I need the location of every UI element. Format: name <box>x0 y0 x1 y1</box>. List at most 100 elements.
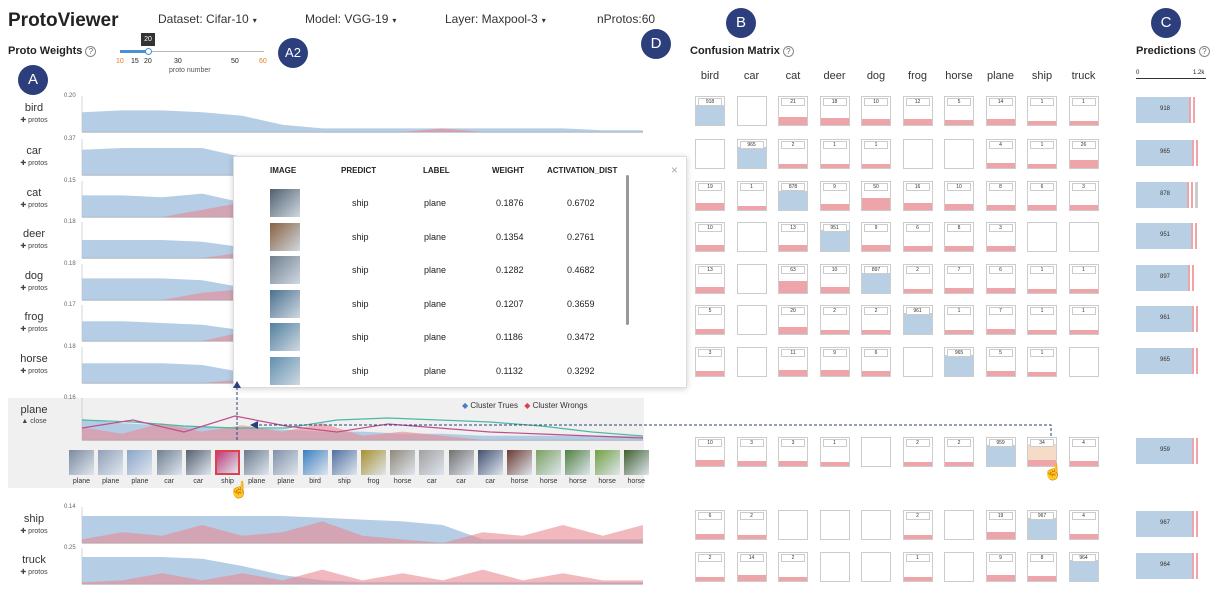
matrix-cell[interactable]: 6 <box>985 264 1016 294</box>
matrix-cell[interactable]: 1 <box>1068 305 1099 335</box>
matrix-cell[interactable] <box>778 510 808 540</box>
matrix-cell[interactable] <box>736 347 767 377</box>
matrix-cell[interactable]: 2 <box>902 264 933 294</box>
matrix-cell[interactable] <box>819 510 850 540</box>
matrix-cell[interactable] <box>736 305 767 335</box>
matrix-cell[interactable] <box>861 437 891 467</box>
matrix-cell[interactable]: 3 <box>778 437 808 467</box>
matrix-cell[interactable]: 878 <box>778 181 808 211</box>
matrix-cell[interactable] <box>736 222 767 252</box>
matrix-cell[interactable]: 11 <box>778 347 808 377</box>
matrix-cell[interactable]: 21 <box>778 96 808 126</box>
matrix-cell[interactable]: 2 <box>944 437 974 467</box>
matrix-cell[interactable]: 3 <box>695 347 725 377</box>
matrix-cell[interactable]: 10 <box>695 222 725 252</box>
matrix-cell[interactable]: 26 <box>1068 139 1099 169</box>
matrix-cell[interactable]: 2 <box>861 305 891 335</box>
matrix-cell[interactable] <box>819 552 850 582</box>
matrix-cell[interactable]: 8 <box>985 181 1016 211</box>
matrix-cell[interactable]: 1 <box>1027 347 1057 377</box>
matrix-cell[interactable]: 50 <box>861 181 891 211</box>
matrix-cell[interactable]: 2 <box>695 552 725 582</box>
matrix-cell[interactable]: 16 <box>902 181 933 211</box>
prediction-bar[interactable]: 961 <box>1136 306 1206 332</box>
matrix-cell[interactable]: 5 <box>695 305 725 335</box>
matrix-cell[interactable]: 1 <box>1027 139 1057 169</box>
matrix-cell[interactable]: 1 <box>861 139 891 169</box>
matrix-cell[interactable]: 1 <box>819 437 850 467</box>
help-icon[interactable]: ? <box>782 45 794 57</box>
matrix-cell[interactable]: 965 <box>944 347 974 377</box>
matrix-cell[interactable]: 2 <box>819 305 850 335</box>
matrix-cell[interactable]: 5 <box>944 96 974 126</box>
matrix-cell[interactable] <box>861 510 891 540</box>
matrix-cell[interactable]: 19 <box>985 510 1016 540</box>
matrix-cell[interactable]: 14 <box>985 96 1016 126</box>
matrix-cell[interactable] <box>944 510 974 540</box>
matrix-cell[interactable]: 18 <box>819 96 850 126</box>
matrix-cell[interactable]: 965 <box>736 139 767 169</box>
matrix-cell[interactable]: 897 <box>861 264 891 294</box>
matrix-cell[interactable]: 3 <box>985 222 1016 252</box>
matrix-cell[interactable]: 2 <box>736 510 767 540</box>
prediction-bar[interactable]: 959 <box>1136 438 1206 464</box>
matrix-cell[interactable]: 63 <box>778 264 808 294</box>
matrix-cell[interactable]: 20 <box>778 305 808 335</box>
matrix-cell[interactable]: 10 <box>944 181 974 211</box>
matrix-cell[interactable]: 19 <box>695 181 725 211</box>
matrix-cell[interactable]: 8 <box>944 222 974 252</box>
matrix-cell[interactable] <box>902 347 933 377</box>
matrix-cell[interactable]: 6 <box>861 347 891 377</box>
matrix-cell[interactable]: 964 <box>1068 552 1099 582</box>
matrix-cell[interactable] <box>1068 222 1099 252</box>
matrix-cell[interactable] <box>944 552 974 582</box>
matrix-cell[interactable] <box>902 139 933 169</box>
matrix-cell[interactable]: 5 <box>985 347 1016 377</box>
matrix-cell[interactable]: 4 <box>1068 510 1099 540</box>
matrix-cell[interactable]: 9 <box>819 347 850 377</box>
prediction-bar[interactable]: 964 <box>1136 553 1206 579</box>
matrix-cell[interactable] <box>861 552 891 582</box>
matrix-cell[interactable]: 1 <box>819 139 850 169</box>
matrix-cell[interactable]: 959 <box>985 437 1016 467</box>
matrix-cell[interactable]: 12 <box>902 96 933 126</box>
prediction-bar[interactable]: 951 <box>1136 223 1206 249</box>
matrix-cell[interactable]: 13 <box>778 222 808 252</box>
prediction-bar[interactable]: 878 <box>1136 182 1206 208</box>
matrix-cell[interactable]: 4 <box>985 139 1016 169</box>
matrix-cell[interactable] <box>944 139 974 169</box>
matrix-cell[interactable]: 951 <box>819 222 850 252</box>
prediction-bar[interactable]: 965 <box>1136 348 1206 374</box>
matrix-cell[interactable]: 9 <box>861 222 891 252</box>
matrix-cell[interactable]: 1 <box>736 181 767 211</box>
matrix-cell[interactable]: 1 <box>1027 96 1057 126</box>
matrix-cell[interactable]: 6 <box>902 222 933 252</box>
prediction-bar[interactable]: 967 <box>1136 511 1206 537</box>
matrix-cell[interactable]: 1 <box>1068 264 1099 294</box>
matrix-cell[interactable]: 6 <box>1027 181 1057 211</box>
matrix-cell[interactable] <box>695 139 725 169</box>
matrix-cell[interactable] <box>1027 222 1057 252</box>
matrix-cell[interactable]: 2 <box>902 510 933 540</box>
matrix-cell[interactable]: 1 <box>1027 264 1057 294</box>
matrix-cell[interactable]: 1 <box>944 305 974 335</box>
matrix-cell[interactable]: 2 <box>778 552 808 582</box>
matrix-cell[interactable]: 1 <box>902 552 933 582</box>
help-icon[interactable]: ? <box>1198 45 1210 57</box>
prediction-bar[interactable]: 965 <box>1136 140 1206 166</box>
matrix-cell[interactable]: 3 <box>736 437 767 467</box>
matrix-cell[interactable]: 6 <box>695 510 725 540</box>
matrix-cell[interactable]: 1 <box>1068 96 1099 126</box>
matrix-cell[interactable]: 14 <box>736 552 767 582</box>
matrix-cell[interactable]: 8 <box>1027 552 1057 582</box>
matrix-cell[interactable] <box>736 96 767 126</box>
matrix-cell[interactable]: 9 <box>985 552 1016 582</box>
matrix-cell[interactable]: 9 <box>819 181 850 211</box>
matrix-cell[interactable]: 7 <box>985 305 1016 335</box>
matrix-cell[interactable] <box>736 264 767 294</box>
matrix-cell[interactable]: 3 <box>1068 181 1099 211</box>
matrix-cell[interactable]: 13 <box>695 264 725 294</box>
matrix-cell[interactable] <box>1068 347 1099 377</box>
prediction-bar[interactable]: 918 <box>1136 97 1206 123</box>
matrix-cell[interactable]: 2 <box>778 139 808 169</box>
